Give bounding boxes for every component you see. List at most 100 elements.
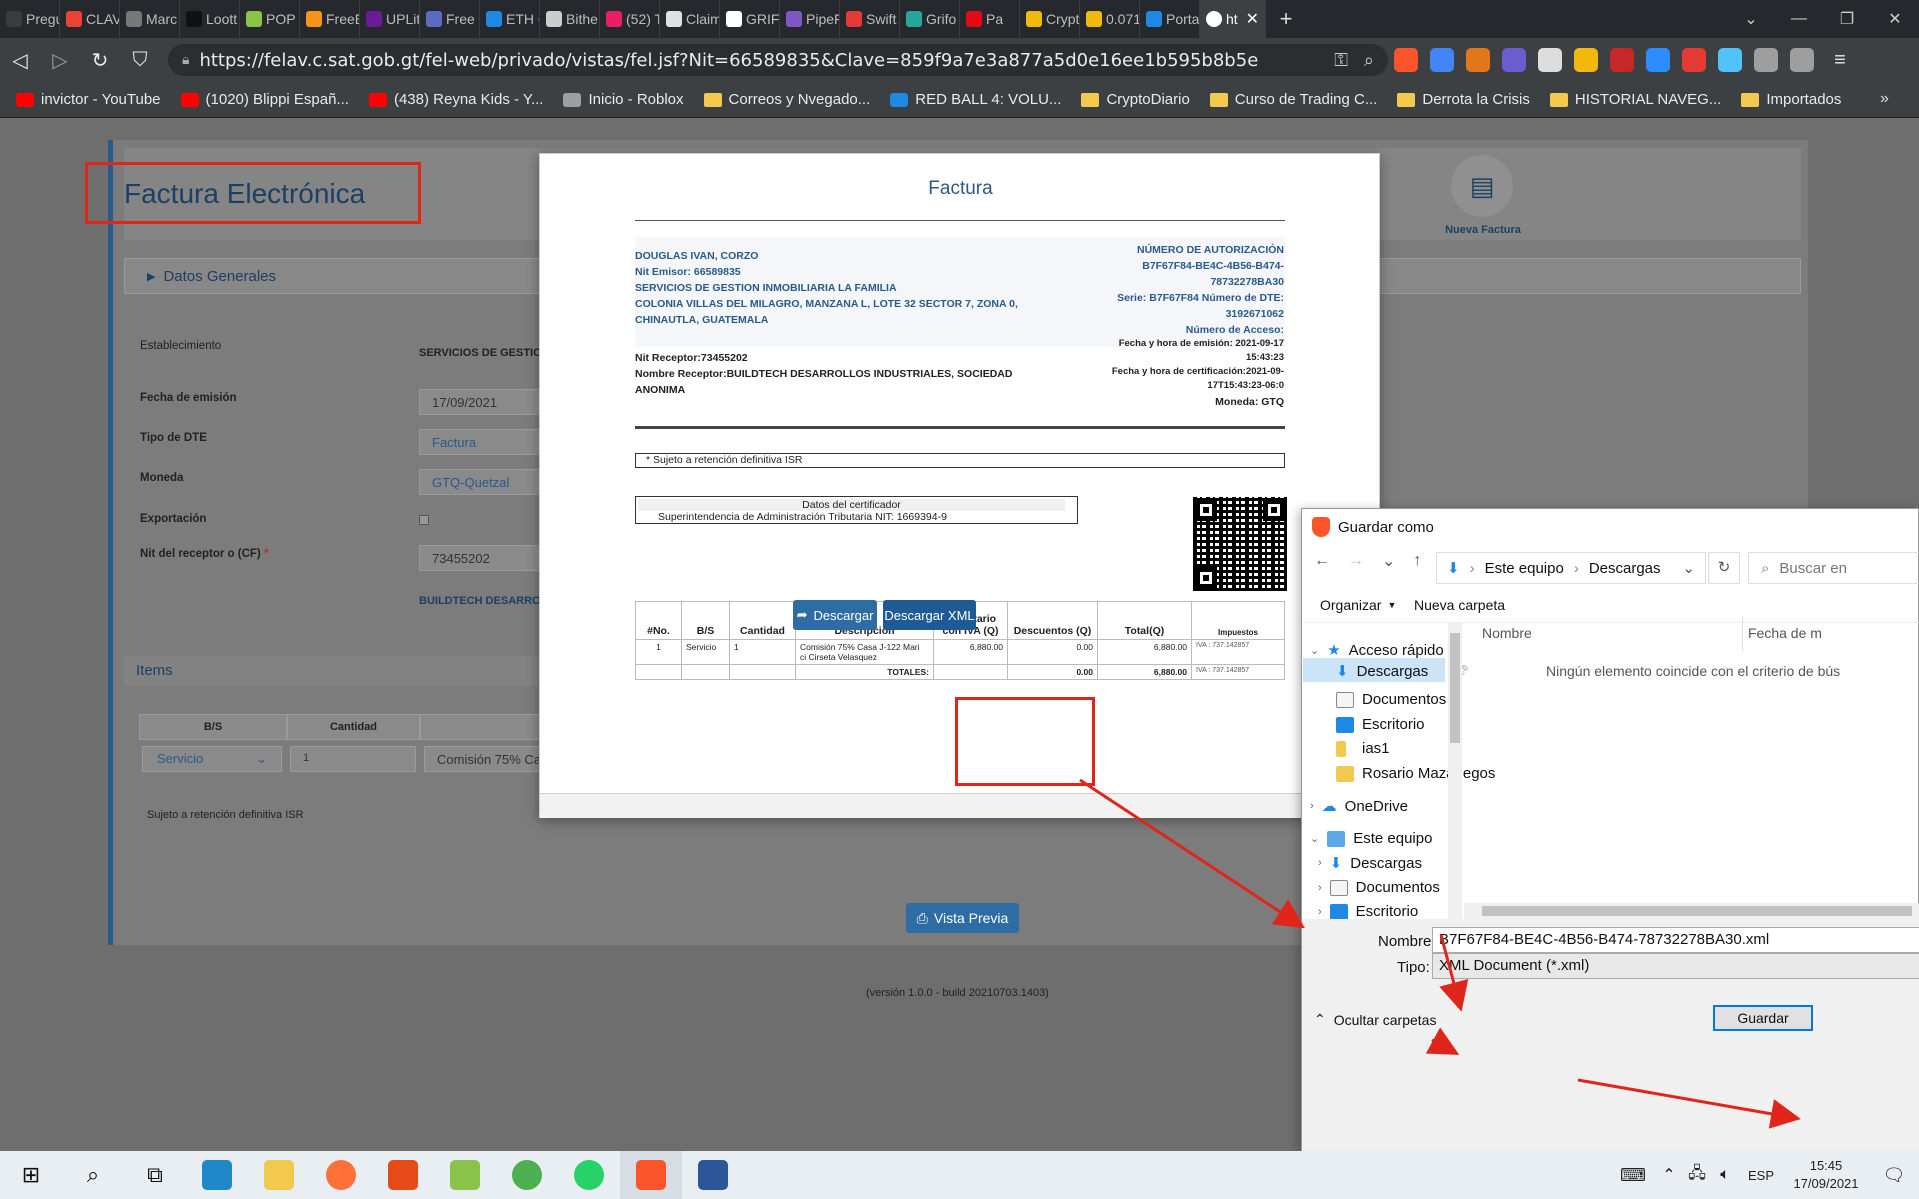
tree-item-this-pc[interactable]: ⌄ Este equipo xyxy=(1310,830,1432,847)
search-input[interactable]: ⌕ Buscar en xyxy=(1748,552,1919,584)
bookmark-item[interactable]: (438) Reyna Kids - Y... xyxy=(368,91,543,108)
network-app-icon[interactable] xyxy=(496,1151,558,1199)
maximize-icon[interactable]: ❐ xyxy=(1823,9,1871,29)
tree-item-ias1[interactable]: ias1 xyxy=(1336,740,1390,757)
browser-tab[interactable]: GRIFC xyxy=(720,0,780,38)
column-header-name[interactable]: Nombre xyxy=(1482,625,1532,641)
address-bar[interactable]: 🔒︎ https://felav.c.sat.gob.gt/fel-web/pr… xyxy=(168,44,1388,76)
binance-ext-icon[interactable] xyxy=(1574,48,1598,72)
browser-tab[interactable]: POP xyxy=(240,0,300,38)
list-scroll-thumb[interactable] xyxy=(1482,906,1912,916)
bookmark-item[interactable]: invictor - YouTube xyxy=(16,91,161,108)
tipo-select[interactable]: Factura xyxy=(419,429,539,455)
browser-tab[interactable]: Bithe xyxy=(540,0,600,38)
clock[interactable]: 15:45 17/09/2021 xyxy=(1783,1157,1869,1193)
whatsapp-icon[interactable] xyxy=(558,1151,620,1199)
word-icon[interactable] xyxy=(682,1151,744,1199)
task-view-icon[interactable]: ⧉ xyxy=(124,1151,186,1199)
red-ext-icon[interactable] xyxy=(1610,48,1634,72)
office-icon[interactable] xyxy=(372,1151,434,1199)
item-cantidad-input[interactable]: 1 xyxy=(290,746,416,772)
download-pdf-button[interactable]: ➦ Descargar xyxy=(793,600,877,630)
save-button[interactable]: Guardar xyxy=(1713,1005,1813,1031)
tree-item-quick-access[interactable]: ⌄ ★ Acceso rápido xyxy=(1310,641,1444,660)
column-header-date[interactable]: Fecha de m xyxy=(1748,625,1822,641)
language-indicator[interactable]: ESP xyxy=(1739,1151,1783,1199)
tree-scroll-thumb[interactable] xyxy=(1450,633,1460,743)
filetype-select[interactable]: XML Document (*.xml) xyxy=(1432,953,1919,979)
download-xml-button[interactable]: Descargar XML xyxy=(883,600,976,630)
metamask-ext-icon[interactable] xyxy=(1466,48,1490,72)
browser-tab[interactable]: Swift xyxy=(840,0,900,38)
new-invoice-label[interactable]: Nueva Factura xyxy=(1430,224,1536,236)
bookmark-item[interactable]: (1020) Blippi Españ... xyxy=(180,91,349,108)
brave-shield-icon[interactable] xyxy=(1394,48,1418,72)
menu-icon[interactable]: ≡ xyxy=(1820,49,1860,72)
list-hscrollbar[interactable] xyxy=(1464,903,1919,919)
cursor-ext-icon[interactable] xyxy=(1502,48,1526,72)
bookmark-item[interactable]: Correos y Nvegado... xyxy=(703,91,870,108)
item-bs-select[interactable]: Servicio ⌄ xyxy=(142,746,282,772)
bookmark-item[interactable]: Inicio - Roblox xyxy=(563,91,684,108)
tree-item-pc-descargas[interactable]: › ⬇ Descargas xyxy=(1318,854,1422,873)
bookmark-item[interactable]: Derrota la Crisis xyxy=(1397,91,1530,108)
firefox-icon[interactable] xyxy=(310,1151,372,1199)
browser-tab[interactable]: CLAV xyxy=(60,0,120,38)
bookmark-item[interactable]: Importados xyxy=(1741,91,1841,108)
breadcrumb[interactable]: ⬇ › Este equipo › Descargas ⌄ xyxy=(1436,552,1706,584)
tree-scrollbar[interactable] xyxy=(1448,623,1462,923)
zoom-ext-icon[interactable] xyxy=(1646,48,1670,72)
active-tab[interactable]: ht ✕ xyxy=(1200,0,1266,38)
breadcrumb-item-descargas[interactable]: Descargas xyxy=(1589,560,1661,577)
minimize-icon[interactable]: — xyxy=(1775,10,1823,28)
breadcrumb-item-pc[interactable]: Este equipo xyxy=(1485,560,1564,577)
browser-tab[interactable]: 0.071 xyxy=(1080,0,1140,38)
brave-taskbar-icon[interactable] xyxy=(620,1151,682,1199)
browser-tab[interactable]: Free xyxy=(420,0,480,38)
keyboard-icon[interactable]: ⌨ xyxy=(1611,1151,1655,1199)
chevron-down-icon[interactable]: ⌄ xyxy=(1682,559,1695,577)
browser-tab[interactable]: Porta xyxy=(1140,0,1200,38)
refresh-icon[interactable]: ↻ xyxy=(1708,552,1740,584)
tree-item-documentos[interactable]: Documentos xyxy=(1336,691,1446,708)
back-icon[interactable]: ← xyxy=(1314,552,1330,570)
up-icon[interactable]: ↑ xyxy=(1413,552,1421,570)
new-invoice-icon[interactable]: ▤ xyxy=(1451,155,1513,217)
browser-tab[interactable]: Grifo xyxy=(900,0,960,38)
back-icon[interactable]: ◁ xyxy=(0,48,40,73)
browser-tab[interactable]: FreeE xyxy=(300,0,360,38)
tree-item-pc-escritorio[interactable]: › Escritorio xyxy=(1318,903,1418,920)
filename-input[interactable]: B7F67F84-BE4C-4B56-B474-78732278BA30.xml xyxy=(1432,927,1919,953)
bookmark-item[interactable]: HISTORIAL NAVEG... xyxy=(1549,91,1721,108)
preview-button[interactable]: ⎙ Vista Previa xyxy=(906,903,1019,933)
plug-ext-icon[interactable] xyxy=(1718,48,1742,72)
recent-chevron-icon[interactable]: ⌄ xyxy=(1382,551,1395,571)
forward-icon[interactable]: ▷ xyxy=(40,48,80,73)
start-icon[interactable]: ⊞ xyxy=(0,1151,62,1199)
nit-input[interactable]: 73455202 xyxy=(419,545,539,571)
bookmark-item[interactable]: RED BALL 4: VOLU... xyxy=(890,91,1061,108)
browser-tab[interactable]: Claim xyxy=(660,0,720,38)
hide-folders-toggle[interactable]: ⌃ Ocultar carpetas xyxy=(1314,1011,1436,1028)
browser-tab[interactable]: Loott xyxy=(180,0,240,38)
reload-icon[interactable]: ↻ xyxy=(80,48,120,73)
tree-item-rosario[interactable]: Rosario Mazariеgos xyxy=(1336,765,1495,782)
search-icon[interactable]: ⌕ xyxy=(62,1151,124,1199)
opera-ext-icon[interactable] xyxy=(1682,48,1706,72)
browser-tab[interactable]: Crypt xyxy=(1020,0,1080,38)
organize-menu[interactable]: Organizar ▼ xyxy=(1320,597,1396,613)
browser-tab[interactable]: Marc xyxy=(120,0,180,38)
volume-icon[interactable]: 🔈︎ xyxy=(1711,1151,1739,1199)
tree-item-escritorio[interactable]: Escritorio xyxy=(1336,716,1425,733)
paint-icon[interactable] xyxy=(434,1151,496,1199)
translate-ext-icon[interactable] xyxy=(1430,48,1454,72)
bookmark-item[interactable]: Curso de Trading C... xyxy=(1209,91,1377,108)
bookmark-icon[interactable]: ⛉ xyxy=(120,49,160,72)
forward-icon[interactable]: → xyxy=(1348,552,1364,570)
file-explorer-icon[interactable] xyxy=(248,1151,310,1199)
tree-item-pc-documentos[interactable]: › Documentos xyxy=(1318,879,1440,896)
exportacion-checkbox[interactable] xyxy=(419,515,429,525)
browser-tab[interactable]: PipeF xyxy=(780,0,840,38)
bookmark-item[interactable]: CryptoDiario xyxy=(1081,91,1190,108)
new-folder-button[interactable]: Nueva carpeta xyxy=(1414,597,1505,613)
